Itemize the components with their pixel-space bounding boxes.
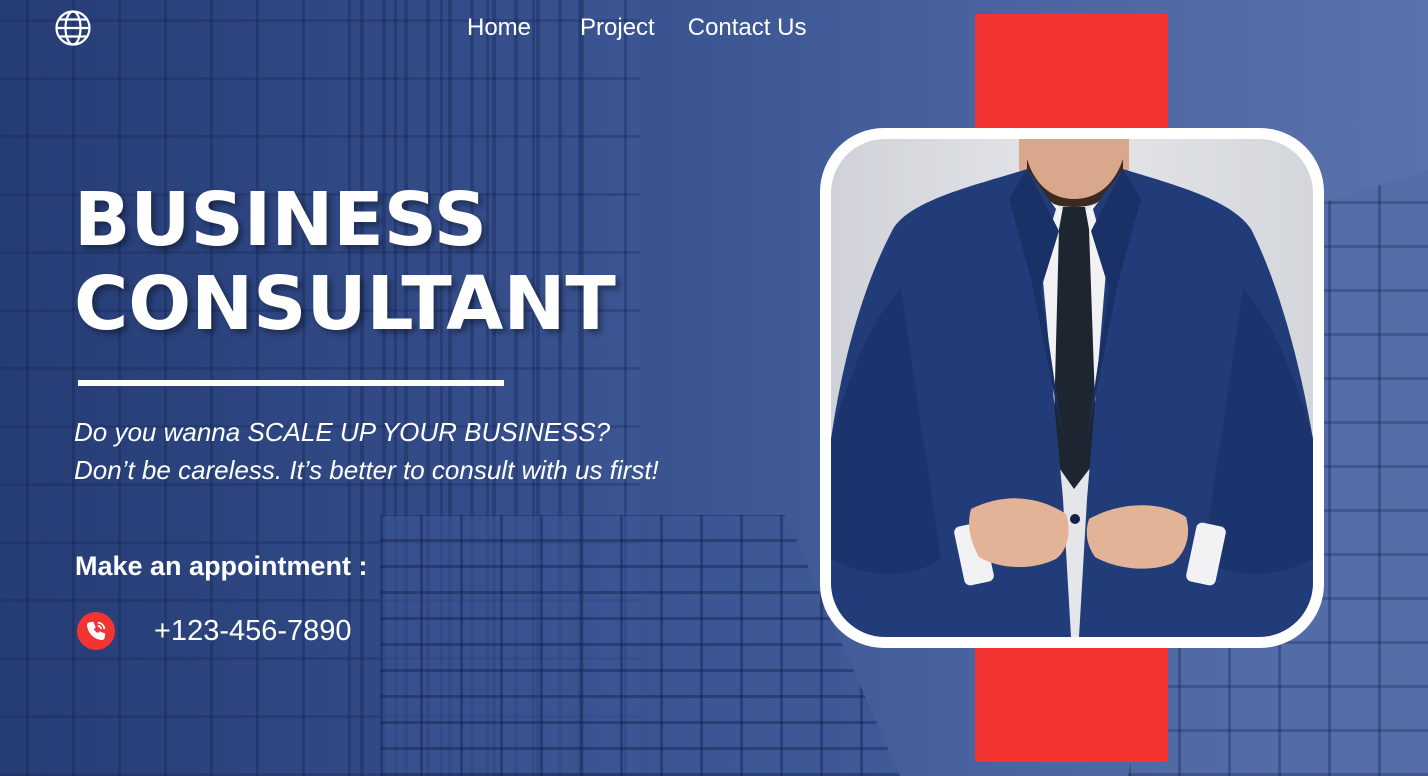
hero-title-line1: BUSINESS: [74, 177, 488, 263]
hero-title-line2: CONSULTANT: [74, 261, 616, 347]
globe-icon[interactable]: [54, 9, 92, 47]
title-underline: [78, 380, 504, 386]
appointment-label: Make an appointment :: [75, 551, 368, 581]
top-nav: Home Project Contact Us: [467, 12, 806, 44]
phone-call-icon[interactable]: [77, 612, 115, 650]
phone-number[interactable]: +123-456-7890: [154, 612, 352, 650]
consultant-photo-frame: [820, 128, 1324, 648]
tagline-line2: Don’t be careless. It’s better to consul…: [74, 455, 659, 485]
consultant-photo: [831, 139, 1313, 637]
tagline-line1: Do you wanna SCALE UP YOUR BUSINESS?: [74, 417, 611, 447]
hero-tagline: Do you wanna SCALE UP YOUR BUSINESS? Don…: [74, 413, 659, 489]
accent-bar-top: [975, 14, 1168, 134]
accent-bar-bottom: [975, 640, 1168, 762]
nav-project[interactable]: Project: [580, 12, 655, 44]
nav-home[interactable]: Home: [467, 12, 531, 44]
hero-title: BUSINESS CONSULTANT: [74, 178, 616, 346]
nav-contact-us[interactable]: Contact Us: [688, 12, 807, 44]
